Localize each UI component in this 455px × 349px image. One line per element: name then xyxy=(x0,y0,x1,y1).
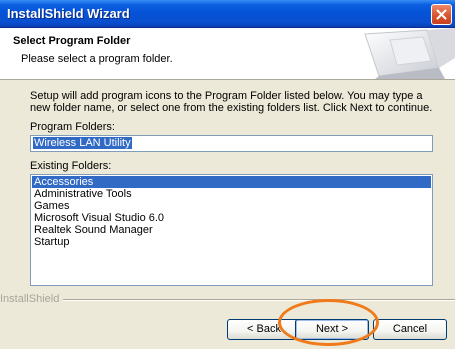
close-icon xyxy=(436,9,447,20)
program-folder-value: Wireless LAN Utility xyxy=(33,137,132,149)
next-button-highlight-ring xyxy=(278,299,379,346)
window-title: InstallShield Wizard xyxy=(7,6,130,21)
installshield-wizard-window: InstallShield Wizard Select Program Fold… xyxy=(0,0,455,349)
list-item[interactable]: Microsoft Visual Studio 6.0 xyxy=(32,212,431,224)
wizard-header: Select Program Folder Please select a pr… xyxy=(0,28,455,80)
title-bar[interactable]: InstallShield Wizard xyxy=(0,0,455,28)
list-item[interactable]: Accessories xyxy=(32,176,431,188)
program-folders-label: Program Folders: xyxy=(30,121,115,133)
program-folder-input[interactable]: Wireless LAN Utility xyxy=(30,135,433,152)
list-item[interactable]: Administrative Tools xyxy=(32,188,431,200)
existing-folders-list[interactable]: Accessories Administrative Tools Games M… xyxy=(30,174,433,286)
list-item[interactable]: Realtek Sound Manager xyxy=(32,224,431,236)
existing-folders-label: Existing Folders: xyxy=(30,160,112,172)
cancel-button[interactable]: Cancel xyxy=(373,319,447,340)
installshield-brand: InstallShield xyxy=(0,293,64,305)
list-item[interactable]: Startup xyxy=(32,236,431,248)
page-subtitle: Please select a program folder. xyxy=(21,53,173,65)
computer-art-icon xyxy=(364,28,455,79)
footer-divider xyxy=(62,299,455,301)
page-title: Select Program Folder xyxy=(13,35,131,47)
list-item[interactable]: Games xyxy=(32,200,431,212)
close-button[interactable] xyxy=(431,4,452,25)
instructions-text: Setup will add program icons to the Prog… xyxy=(30,90,433,114)
